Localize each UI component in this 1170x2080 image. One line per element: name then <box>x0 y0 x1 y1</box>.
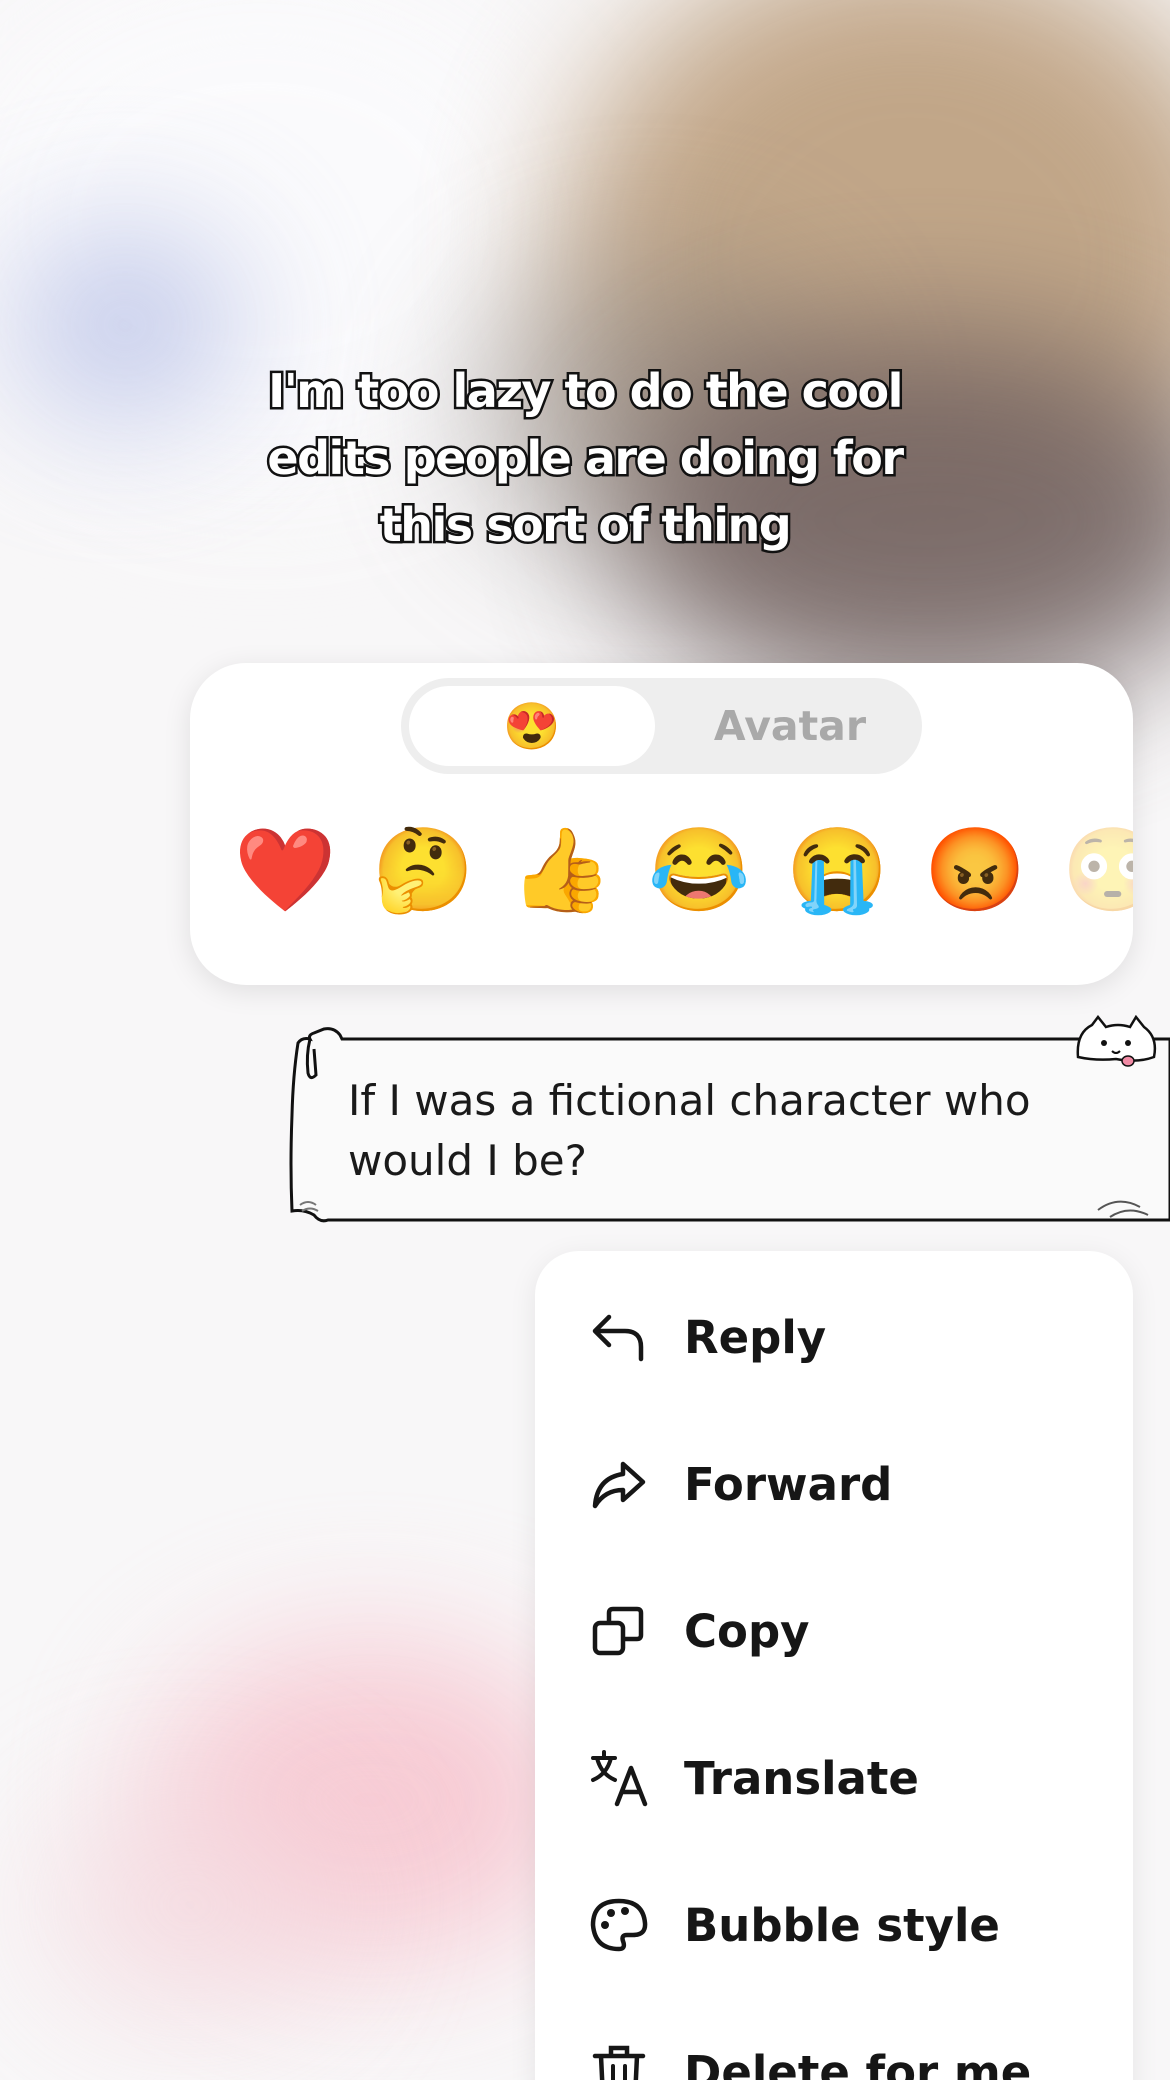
reaction-tab-switcher: 😍 Avatar <box>401 678 922 774</box>
menu-item-delete-for-me[interactable]: Delete for me <box>589 2032 1031 2080</box>
menu-item-translate[interactable]: Translate <box>589 1738 919 1818</box>
copy-icon <box>589 1601 649 1661</box>
menu-item-label: Bubble style <box>684 1898 1000 1952</box>
reaction-angry[interactable]: 😡 <box>924 823 1026 919</box>
menu-item-label: Delete for me <box>684 2045 1032 2080</box>
tab-avatar[interactable]: Avatar <box>663 678 917 774</box>
reaction-crying[interactable]: 😭 <box>786 823 888 919</box>
translate-icon <box>589 1748 649 1808</box>
menu-item-label: Translate <box>684 1751 919 1805</box>
message-context-menu: Reply Forward Copy Translate Bubble styl… <box>535 1251 1133 2080</box>
caption-line: I'm too lazy to do the cool <box>266 362 906 421</box>
reaction-laughing[interactable]: 😂 <box>648 823 750 919</box>
message-bubble[interactable]: If I was a fictional character who would… <box>288 1015 1170 1223</box>
reaction-heart[interactable]: ❤️ <box>234 823 336 919</box>
message-text: If I was a fictional character who would… <box>348 1076 1031 1185</box>
caption-line: edits people are doing for <box>265 429 907 488</box>
menu-item-copy[interactable]: Copy <box>589 1591 810 1671</box>
menu-item-label: Forward <box>684 1457 893 1511</box>
menu-item-bubble-style[interactable]: Bubble style <box>589 1885 1000 1965</box>
caption-line: this sort of thing <box>377 496 794 555</box>
cat-sticker-icon <box>1076 1015 1157 1067</box>
reaction-panel: 😍 Avatar ❤️ 🤔 👍 😂 😭 😡 😳 <box>190 663 1133 985</box>
menu-item-label: Copy <box>684 1604 810 1658</box>
menu-item-reply[interactable]: Reply <box>589 1297 826 1377</box>
forward-icon <box>589 1454 649 1514</box>
reaction-thumbs-up[interactable]: 👍 <box>510 823 612 919</box>
trash-icon <box>589 2042 649 2080</box>
video-caption: I'm too lazy to do the cool edits people… <box>185 358 985 559</box>
reply-icon <box>589 1307 649 1367</box>
menu-item-label: Reply <box>684 1310 827 1364</box>
tab-emoji[interactable]: 😍 <box>409 686 655 766</box>
reaction-thinking[interactable]: 🤔 <box>372 823 474 919</box>
reaction-flushed[interactable]: 😳 <box>1062 823 1133 919</box>
reaction-list: ❤️ 🤔 👍 😂 😭 😡 😳 <box>234 823 1133 919</box>
palette-icon <box>589 1895 649 1955</box>
menu-item-forward[interactable]: Forward <box>589 1444 892 1524</box>
